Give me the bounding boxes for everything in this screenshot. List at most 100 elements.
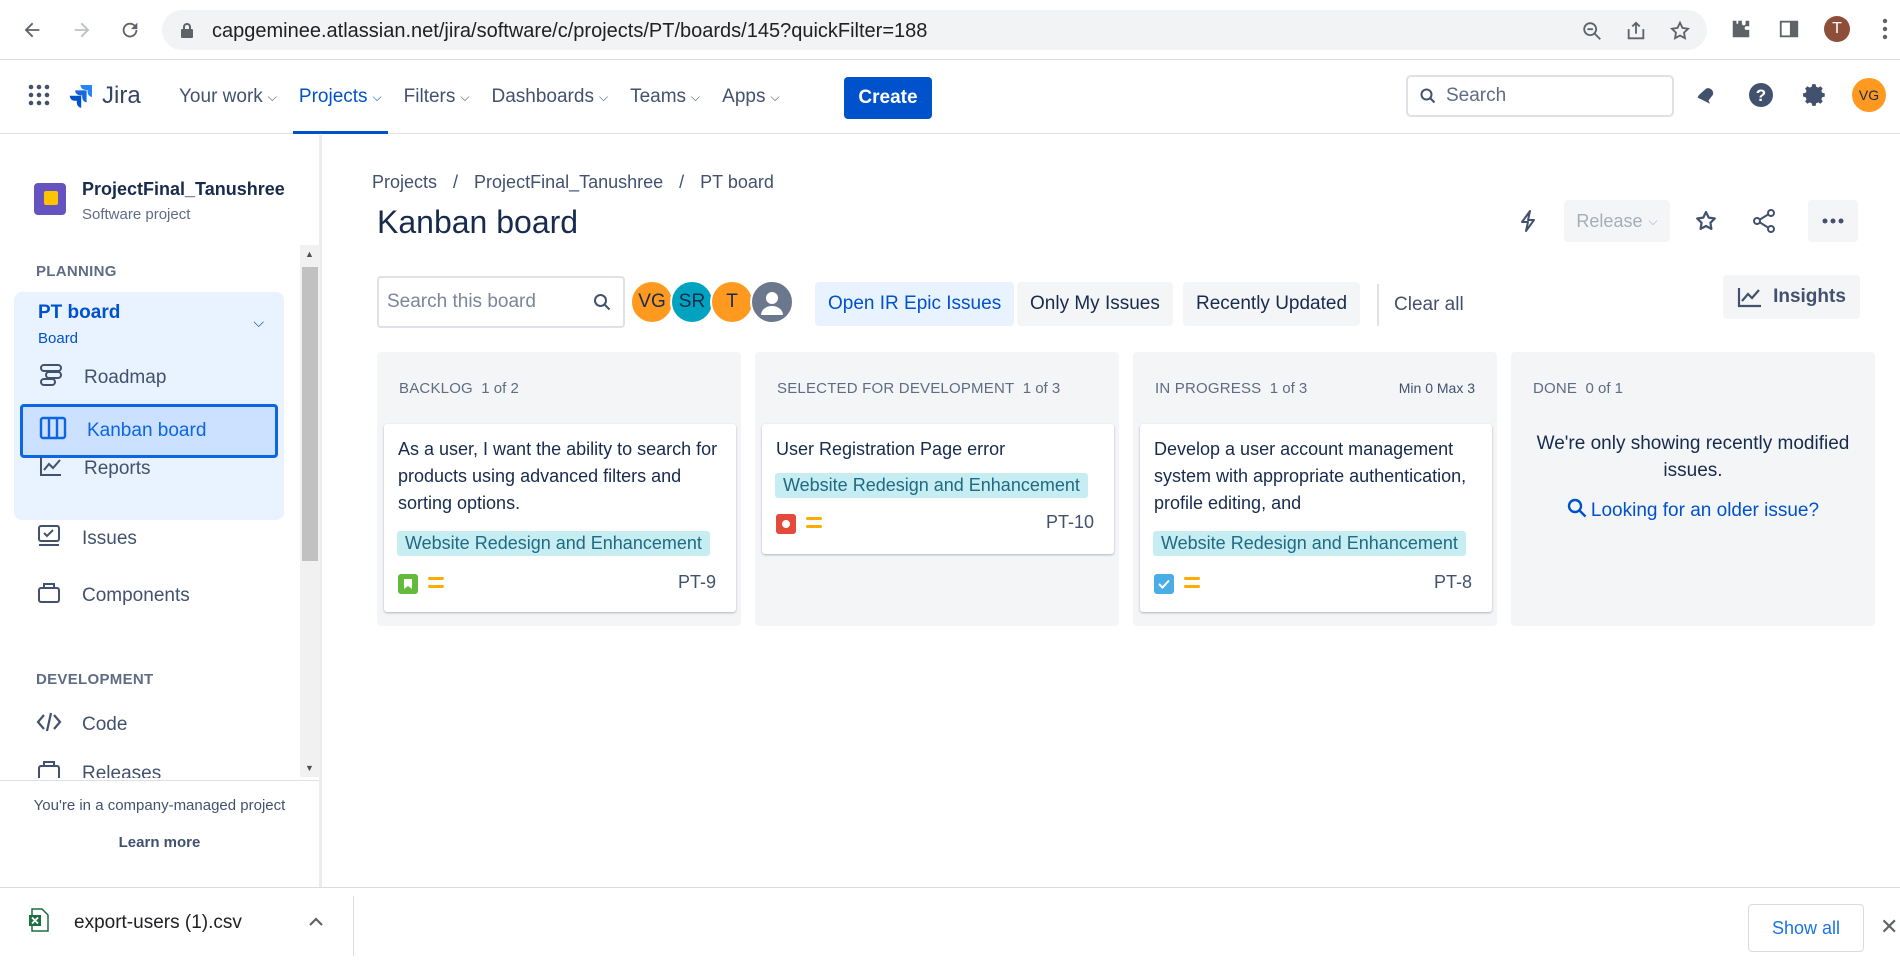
profile-avatar[interactable]: T xyxy=(1824,16,1850,42)
chevron-down-icon: ⌵ xyxy=(691,89,701,104)
global-search-input[interactable]: Search xyxy=(1406,75,1674,117)
medium-priority-icon xyxy=(428,577,444,593)
reload-icon[interactable] xyxy=(114,14,146,46)
jira-logo[interactable]: Jira xyxy=(68,82,141,110)
medium-priority-icon xyxy=(806,517,822,533)
extensions-icon[interactable] xyxy=(1728,16,1754,42)
nav-teams[interactable]: Teams ⌵ xyxy=(619,60,711,134)
breadcrumb-project[interactable]: ProjectFinal_Tanushree xyxy=(474,172,663,193)
sidebar-item-issues[interactable]: Issues xyxy=(36,519,137,559)
chevron-down-icon: ⌵ xyxy=(267,89,277,104)
nav-filters[interactable]: Filters ⌵ xyxy=(393,60,481,134)
menu-kebab-icon[interactable] xyxy=(1872,16,1898,42)
bookmark-star-icon[interactable] xyxy=(1667,18,1693,44)
older-issue-link[interactable]: Looking for an older issue? xyxy=(1511,498,1875,522)
sidebar-item-releases[interactable]: Releases xyxy=(36,754,161,778)
sidebar-item-code[interactable]: Code xyxy=(36,705,127,745)
download-item[interactable]: export-users (1).csv xyxy=(28,908,242,938)
company-managed-note: You're in a company-managed project xyxy=(33,797,286,814)
issue-key[interactable]: PT-8 xyxy=(1434,572,1472,593)
card-summary: As a user, I want the ability to search … xyxy=(398,439,718,513)
issue-card-pt-9[interactable]: As a user, I want the ability to search … xyxy=(384,424,736,612)
release-button[interactable]: Release ⌵ xyxy=(1564,200,1670,242)
chevron-down-icon[interactable]: ⌵ xyxy=(253,314,264,331)
issue-key[interactable]: PT-9 xyxy=(678,572,716,593)
search-icon xyxy=(1420,88,1436,104)
sidebar-item-reports[interactable]: Reports xyxy=(38,449,151,489)
side-panel-icon[interactable] xyxy=(1776,16,1802,42)
chevron-up-icon[interactable] xyxy=(308,914,324,932)
downloads-bar: export-users (1).csv Show all ✕ xyxy=(0,887,1900,963)
download-filename: export-users (1).csv xyxy=(74,912,242,933)
share-icon[interactable] xyxy=(1742,200,1786,242)
sidebar-item-label: Releases xyxy=(82,763,162,778)
sidebar-scrollbar[interactable]: ▲ ▼ xyxy=(300,245,320,777)
issue-card-pt-8[interactable]: Develop a user account management system… xyxy=(1140,424,1492,612)
column-header: SELECTED FOR DEVELOPMENT 1 of 3 xyxy=(777,380,1060,397)
scroll-up-icon[interactable]: ▲ xyxy=(305,249,314,259)
unassigned-avatar-icon[interactable] xyxy=(750,280,794,324)
project-name: ProjectFinal_Tanushree xyxy=(82,179,285,199)
nav-your-work[interactable]: Your work ⌵ xyxy=(168,60,288,134)
excel-file-icon xyxy=(28,908,50,938)
board-search-input[interactable]: Search this board xyxy=(377,276,625,328)
scroll-down-icon[interactable]: ▼ xyxy=(305,763,314,773)
assignee-avatar-t[interactable]: T xyxy=(710,280,754,324)
project-sidebar: ProjectFinal_Tanushree Software project … xyxy=(0,135,322,887)
nav-dashboards[interactable]: Dashboards ⌵ xyxy=(481,60,620,134)
close-icon[interactable]: ✕ xyxy=(1880,914,1898,940)
forward-icon[interactable] xyxy=(66,14,98,46)
back-icon[interactable] xyxy=(16,14,48,46)
nav-projects[interactable]: Projects ⌵ xyxy=(288,60,393,134)
zoom-out-icon[interactable] xyxy=(1579,18,1605,44)
board-column-in-progress: IN PROGRESS 1 of 3 Min 0 Max 3 Develop a… xyxy=(1133,352,1497,626)
app-switcher-icon[interactable] xyxy=(28,84,50,111)
done-column-message: We're only showing recently modified iss… xyxy=(1536,433,1850,481)
learn-more-link[interactable]: Learn more xyxy=(0,834,319,851)
insights-button[interactable]: Insights xyxy=(1723,275,1860,319)
share-icon[interactable] xyxy=(1623,18,1649,44)
notifications-icon[interactable] xyxy=(1690,78,1724,112)
user-avatar[interactable]: VG xyxy=(1852,78,1886,112)
quick-filter-open-ir-epic[interactable]: Open IR Epic Issues xyxy=(815,282,1015,326)
more-actions-button[interactable] xyxy=(1808,200,1858,242)
column-count: 1 of 2 xyxy=(481,380,519,397)
board-name[interactable]: PT board xyxy=(38,302,120,324)
sidebar-item-components[interactable]: Components xyxy=(36,576,190,616)
breadcrumb-separator: / xyxy=(679,172,685,192)
settings-gear-icon[interactable] xyxy=(1798,78,1832,112)
card-summary: User Registration Page error xyxy=(776,439,1006,459)
nav-apps[interactable]: Apps ⌵ xyxy=(711,60,790,134)
project-header[interactable]: ProjectFinal_Tanushree Software project xyxy=(34,179,285,223)
board-search-placeholder: Search this board xyxy=(387,291,536,312)
older-issue-label: Looking for an older issue? xyxy=(1590,500,1820,521)
quick-filter-only-my-issues[interactable]: Only My Issues xyxy=(1017,282,1173,326)
chevron-down-icon: ⌵ xyxy=(372,89,382,104)
breadcrumb-board[interactable]: PT board xyxy=(700,172,774,193)
clear-all-filters[interactable]: Clear all xyxy=(1394,294,1464,316)
issue-card-pt-10[interactable]: User Registration Page error Website Red… xyxy=(762,424,1114,554)
search-icon xyxy=(594,294,611,311)
help-icon[interactable]: ? xyxy=(1744,78,1778,112)
sidebar-item-label: Kanban board xyxy=(87,420,207,441)
quick-filter-recently-updated[interactable]: Recently Updated xyxy=(1183,282,1361,326)
epic-lozenge: Website Redesign and Enhancement xyxy=(1153,531,1466,556)
scrollbar-thumb[interactable] xyxy=(302,267,318,561)
assignee-avatar-sr[interactable]: SR xyxy=(670,280,714,324)
issue-key[interactable]: PT-10 xyxy=(1046,512,1094,533)
browser-toolbar: capgeminee.atlassian.net/jira/software/c… xyxy=(0,0,1900,60)
sidebar-item-roadmap[interactable]: Roadmap xyxy=(38,358,166,398)
column-wip-limits: Min 0 Max 3 xyxy=(1398,380,1475,396)
assignee-avatar-vg[interactable]: VG xyxy=(630,280,674,324)
create-button[interactable]: Create xyxy=(844,77,932,119)
star-icon[interactable] xyxy=(1684,200,1728,242)
automation-lightning-icon[interactable] xyxy=(1506,200,1550,242)
address-bar[interactable]: capgeminee.atlassian.net/jira/software/c… xyxy=(162,10,1707,50)
jira-topnav: Jira Your work ⌵ Projects ⌵ Filters ⌵ Dashb… xyxy=(0,60,1900,134)
board-subtitle: Board xyxy=(38,330,79,347)
nav-label: Dashboards xyxy=(491,86,594,107)
show-all-button[interactable]: Show all xyxy=(1748,904,1864,952)
epic-lozenge: Website Redesign and Enhancement xyxy=(397,531,710,556)
breadcrumb-projects[interactable]: Projects xyxy=(372,172,437,193)
column-header: DONE 0 of 1 xyxy=(1533,380,1623,397)
